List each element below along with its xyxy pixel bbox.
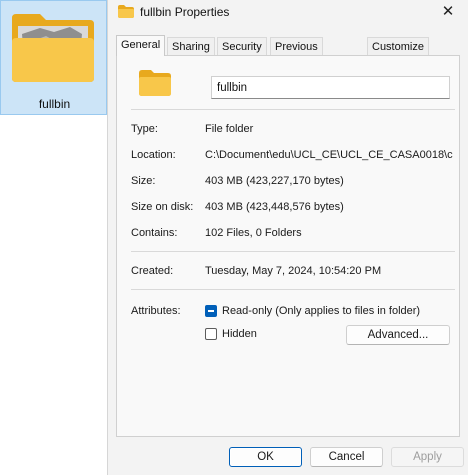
size-value: 403 MB (423,227,170 bytes) — [205, 175, 344, 187]
location-value: C:\Document\edu\UCL_CE\UCL_CE_CASA0018\c — [205, 149, 453, 161]
ok-button[interactable]: OK — [229, 447, 302, 467]
tab-previous-versions[interactable]: Previous Versions — [270, 37, 323, 71]
cancel-button[interactable]: Cancel — [310, 447, 383, 467]
desktop-folder-label: fullbin — [38, 97, 71, 111]
tab-customize[interactable]: Customize — [367, 37, 429, 55]
created-label: Created: — [131, 265, 174, 277]
contains-value: 102 Files, 0 Folders — [205, 227, 302, 239]
size-label: Size: — [131, 175, 156, 187]
attributes-label: Attributes: — [131, 305, 181, 317]
readonly-label: Read-only (Only applies to files in fold… — [222, 305, 421, 317]
divider — [131, 289, 455, 290]
general-panel: Type: File folder Location: C:\Document\… — [116, 55, 460, 437]
readonly-checkbox[interactable] — [205, 305, 217, 317]
contains-label: Contains: — [131, 227, 178, 239]
hidden-label: Hidden — [222, 328, 257, 340]
type-value: File folder — [205, 123, 254, 135]
type-label: Type: — [131, 123, 158, 135]
tab-sharing[interactable]: Sharing — [167, 37, 215, 55]
apply-button[interactable]: Apply — [391, 447, 464, 467]
folder-icon — [12, 14, 94, 82]
created-value: Tuesday, May 7, 2024, 10:54:20 PM — [205, 265, 382, 277]
size-on-disk-label: Size on disk: — [131, 201, 194, 213]
properties-window: fullbin Properties ✕ General Sharing Sec… — [107, 0, 468, 475]
desktop-folder-item[interactable]: fullbin — [0, 0, 107, 115]
close-icon[interactable]: ✕ — [438, 3, 458, 21]
tab-security[interactable]: Security — [217, 37, 267, 55]
advanced-button[interactable]: Advanced... — [346, 325, 450, 345]
folder-name-input[interactable] — [211, 76, 450, 99]
hidden-checkbox[interactable] — [205, 328, 217, 340]
folder-icon — [139, 70, 171, 96]
divider — [131, 109, 455, 110]
divider — [131, 251, 455, 252]
location-label: Location: — [131, 149, 176, 161]
folder-icon — [118, 5, 134, 18]
size-on-disk-value: 403 MB (423,448,576 bytes) — [205, 201, 344, 213]
tab-general[interactable]: General — [116, 35, 166, 56]
window-title: fullbin Properties — [140, 5, 230, 19]
title-bar[interactable]: fullbin Properties ✕ — [108, 0, 468, 28]
